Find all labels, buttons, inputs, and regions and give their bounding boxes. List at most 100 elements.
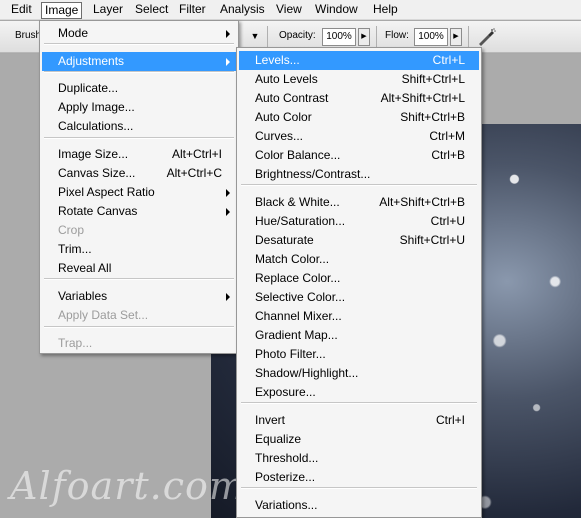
menu-item-shortcut: Shift+Ctrl+L [401, 72, 465, 86]
submenu-arrow-icon [226, 208, 230, 216]
menu-item-label: Adjustments [58, 54, 125, 68]
menu-item-shadow-highlight[interactable]: Shadow/Highlight... [239, 364, 479, 383]
menu-item-brightness-contrast[interactable]: Brightness/Contrast... [239, 165, 479, 184]
menu-item-label: Variations... [255, 498, 318, 512]
submenu-arrow-icon [226, 30, 230, 38]
menu-image[interactable]: Image [41, 2, 83, 19]
menu-item-mode[interactable]: Mode [42, 24, 236, 43]
menu-item-label: Invert [255, 413, 286, 427]
menu-item-label: Shadow/Highlight... [255, 366, 359, 380]
menu-item-label: Selective Color... [255, 290, 346, 304]
menu-item-duplicate[interactable]: Duplicate... [42, 79, 236, 98]
menu-item-label: Exposure... [255, 385, 316, 399]
menu-item-match-color[interactable]: Match Color... [239, 250, 479, 269]
menu-filter[interactable]: Filter [175, 2, 210, 19]
menu-item-label: Channel Mixer... [255, 309, 342, 323]
menu-item-label: Photo Filter... [255, 347, 326, 361]
menu-separator [44, 278, 234, 280]
menu-item-selective-color[interactable]: Selective Color... [239, 288, 479, 307]
menu-select[interactable]: Select [131, 2, 172, 19]
menu-item-label: Gradient Map... [255, 328, 338, 342]
menu-item-label: Replace Color... [255, 271, 341, 285]
menu-item-posterize[interactable]: Posterize... [239, 468, 479, 487]
menu-item-label: Trap... [58, 336, 93, 350]
menu-item-image-size[interactable]: Image Size... Alt+Ctrl+I [42, 145, 236, 164]
menu-item-black-white[interactable]: Black & White... Alt+Shift+Ctrl+B [239, 193, 479, 212]
opacity-label: Opacity: [279, 30, 316, 41]
menu-item-label: Crop [58, 223, 85, 237]
menu-item-exposure[interactable]: Exposure... [239, 383, 479, 402]
menu-item-levels[interactable]: Levels... Ctrl+L [239, 51, 479, 70]
menu-item-pixel-aspect-ratio[interactable]: Pixel Aspect Ratio [42, 183, 236, 202]
menu-item-shortcut: Ctrl+I [435, 413, 465, 427]
menu-item-auto-contrast[interactable]: Auto Contrast Alt+Shift+Ctrl+L [239, 89, 479, 108]
brush-label: Brush [15, 30, 42, 41]
flow-input[interactable]: 100% [414, 28, 448, 46]
menu-item-variations[interactable]: Variations... [239, 496, 479, 515]
menu-layer[interactable]: Layer [89, 2, 127, 19]
menu-separator [44, 43, 234, 45]
menu-item-auto-color[interactable]: Auto Color Shift+Ctrl+B [239, 108, 479, 127]
menu-item-canvas-size[interactable]: Canvas Size... Alt+Ctrl+C [42, 164, 236, 183]
menu-item-label: Canvas Size... [58, 166, 136, 180]
flow-label: Flow: [385, 30, 409, 41]
menu-item-invert[interactable]: Invert Ctrl+I [239, 411, 479, 430]
menu-item-reveal-all[interactable]: Reveal All [42, 259, 236, 278]
menu-item-gradient-map[interactable]: Gradient Map... [239, 326, 479, 345]
menu-item-channel-mixer[interactable]: Channel Mixer... [239, 307, 479, 326]
menu-item-label: Auto Contrast [255, 91, 329, 105]
menu-item-desaturate[interactable]: Desaturate Shift+Ctrl+U [239, 231, 479, 250]
menu-item-shortcut: Shift+Ctrl+U [399, 233, 465, 247]
menu-item-label: Variables [58, 289, 108, 303]
menu-edit[interactable]: Edit [7, 2, 36, 19]
menu-bar: Edit Image Layer Select Filter Analysis … [0, 0, 581, 20]
menu-item-shortcut: Alt+Ctrl+I [171, 147, 222, 161]
menu-analysis[interactable]: Analysis [216, 2, 269, 19]
menu-item-label: Image Size... [58, 147, 129, 161]
menu-item-adjustments[interactable]: Adjustments [42, 52, 236, 71]
menu-item-auto-levels[interactable]: Auto Levels Shift+Ctrl+L [239, 70, 479, 89]
menu-window[interactable]: Window [311, 2, 362, 19]
menu-help[interactable]: Help [369, 2, 402, 19]
menu-item-label: Duplicate... [58, 81, 119, 95]
menu-item-shortcut: Ctrl+U [430, 214, 465, 228]
submenu-arrow-icon [226, 293, 230, 301]
menu-item-crop: Crop [42, 221, 236, 240]
menu-item-calculations[interactable]: Calculations... [42, 117, 236, 136]
menu-item-label: Calculations... [58, 119, 134, 133]
opacity-input[interactable]: 100% [322, 28, 356, 46]
menu-item-label: Brightness/Contrast... [255, 167, 371, 181]
opacity-slider-arrow[interactable]: ▶ [358, 28, 370, 46]
menu-item-label: Apply Data Set... [58, 308, 149, 322]
menu-item-label: Reveal All [58, 261, 112, 275]
menu-item-variables[interactable]: Variables [42, 287, 236, 306]
flow-slider-arrow[interactable]: ▶ [450, 28, 462, 46]
menu-item-shortcut: Ctrl+B [431, 148, 465, 162]
menu-item-apply-image[interactable]: Apply Image... [42, 98, 236, 117]
menu-item-label: Match Color... [255, 252, 330, 266]
airbrush-icon[interactable] [476, 27, 496, 47]
menu-view[interactable]: View [272, 2, 306, 19]
menu-item-replace-color[interactable]: Replace Color... [239, 269, 479, 288]
mode-dropdown-arrow[interactable]: ▼ [249, 28, 261, 46]
menu-item-threshold[interactable]: Threshold... [239, 449, 479, 468]
menu-item-shortcut: Ctrl+L [432, 53, 465, 67]
menu-item-rotate-canvas[interactable]: Rotate Canvas [42, 202, 236, 221]
menu-item-photo-filter[interactable]: Photo Filter... [239, 345, 479, 364]
menu-item-equalize[interactable]: Equalize [239, 430, 479, 449]
menu-item-hue-saturation[interactable]: Hue/Saturation... Ctrl+U [239, 212, 479, 231]
options-divider [267, 26, 268, 48]
menu-item-trim[interactable]: Trim... [42, 240, 236, 259]
menu-separator [44, 137, 234, 139]
submenu-arrow-icon [226, 189, 230, 197]
image-menu: Mode Adjustments Duplicate... Apply Image..… [39, 20, 239, 354]
menu-item-label: Rotate Canvas [58, 204, 138, 218]
menu-item-label: Auto Levels [255, 72, 318, 86]
adjustments-submenu: Levels... Ctrl+L Auto Levels Shift+Ctrl+L Au… [236, 47, 482, 518]
menu-item-label: Curves... [255, 129, 304, 143]
menu-item-color-balance[interactable]: Color Balance... Ctrl+B [239, 146, 479, 165]
submenu-arrow-icon [226, 58, 230, 66]
menu-item-label: Black & White... [255, 195, 340, 209]
menu-item-trap: Trap... [42, 334, 236, 353]
menu-item-curves[interactable]: Curves... Ctrl+M [239, 127, 479, 146]
